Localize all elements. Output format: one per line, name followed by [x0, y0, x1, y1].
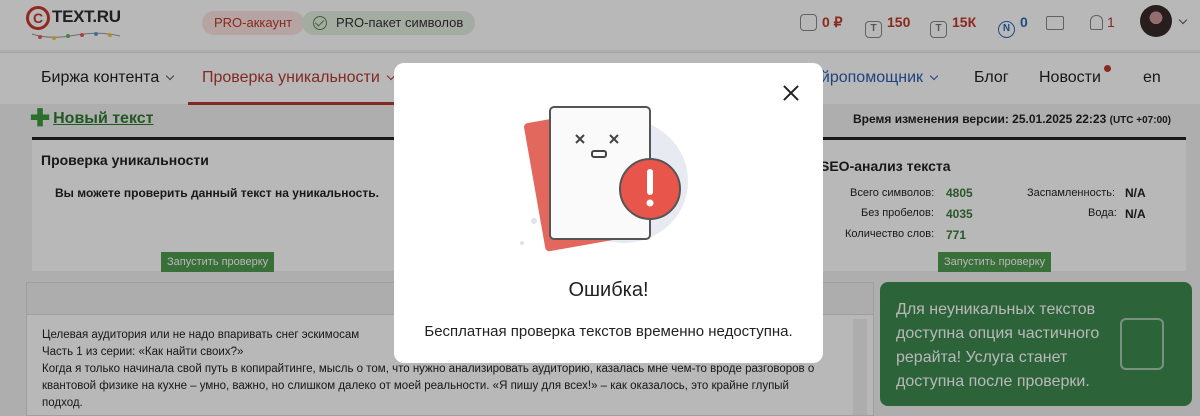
error-document-illustration: [520, 106, 688, 252]
modal-message: Бесплатная проверка текстов временно нед…: [424, 323, 793, 340]
error-modal: Ошибка! Бесплатная проверка текстов врем…: [394, 63, 823, 363]
modal-title: Ошибка!: [568, 279, 649, 301]
close-icon[interactable]: [780, 83, 802, 105]
